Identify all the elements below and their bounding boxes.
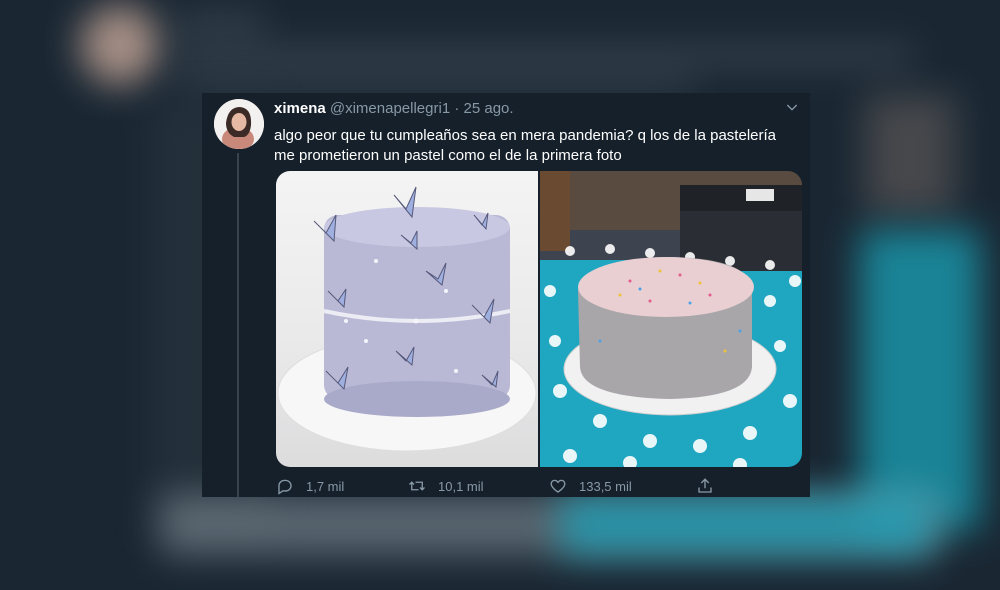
tweet-text: algo peor que tu cumpleaños sea en mera … (274, 126, 794, 166)
background-text-blur (175, 15, 265, 33)
tweet-text-line: me prometieron un pastel como el de la p… (274, 147, 622, 164)
photo-expected-cake[interactable] (276, 171, 538, 467)
separator: · (450, 100, 464, 117)
heart-icon (550, 479, 566, 493)
chevron-down-icon[interactable] (784, 99, 800, 118)
share-icon (698, 478, 712, 493)
background-avatar-blur (80, 5, 160, 85)
background-photo-blur (865, 95, 955, 215)
background-text-blur (175, 72, 695, 92)
tweet-card[interactable]: ximena @ximenapellegri1 · 25 ago. algo p… (202, 93, 810, 497)
like-button[interactable]: 133,5 mil (549, 477, 632, 495)
reply-icon (278, 479, 292, 495)
background-photo-blur (560, 495, 930, 555)
thread-line (237, 153, 239, 497)
tweet-media (276, 171, 802, 467)
background-text-blur (175, 45, 915, 67)
reply-button[interactable]: 1,7 mil (276, 477, 344, 495)
like-count: 133,5 mil (579, 478, 632, 494)
tweet-text-line: algo peor que tu cumpleaños sea en mera … (274, 127, 776, 144)
display-name[interactable]: ximena (274, 100, 326, 117)
retweet-icon (409, 481, 425, 491)
tweet-actions: 1,7 mil 10,1 mil 133,5 mil (276, 477, 796, 497)
tweet-date[interactable]: 25 ago. (464, 100, 514, 117)
retweet-button[interactable]: 10,1 mil (408, 477, 484, 495)
share-button[interactable] (696, 477, 726, 495)
retweet-count: 10,1 mil (438, 478, 484, 494)
reply-count: 1,7 mil (306, 478, 345, 494)
tweet-header: ximena @ximenapellegri1 · 25 ago. (274, 100, 514, 117)
photo-received-cake[interactable] (540, 171, 802, 467)
background-photo-blur (860, 230, 980, 530)
handle[interactable]: @ximenapellegri1 (330, 100, 450, 117)
avatar[interactable] (214, 99, 264, 149)
